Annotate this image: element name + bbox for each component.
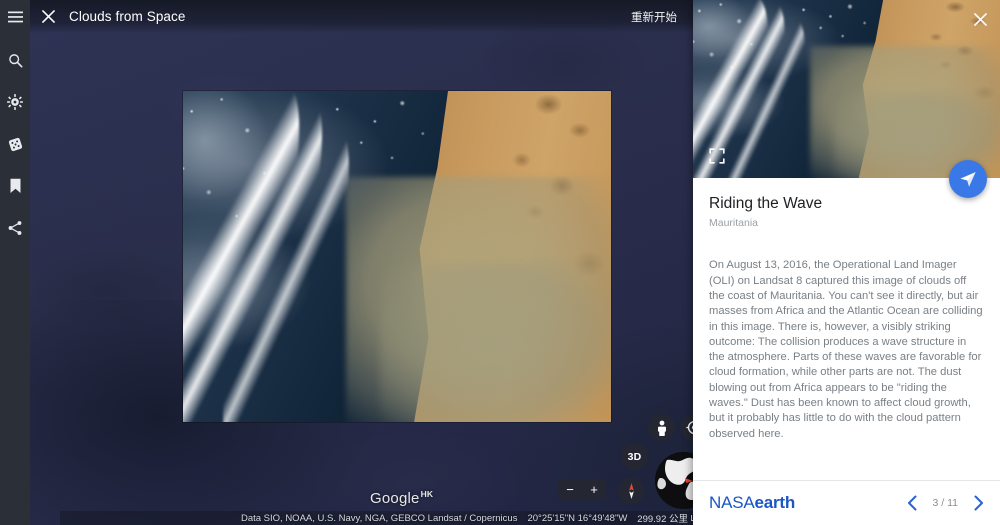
- zoom-controls[interactable]: − +: [558, 479, 606, 500]
- sidebar-item-feeling-lucky[interactable]: [0, 123, 30, 165]
- coordinates-readout: 20°25'15"N 16°49'48"W: [527, 512, 628, 524]
- google-region-suffix: HK: [420, 489, 434, 499]
- zoom-in-button[interactable]: +: [582, 479, 606, 500]
- scale-label: 299.92 公里: [637, 514, 688, 525]
- restart-button[interactable]: 重新开始: [631, 9, 677, 25]
- bookmark-icon: [10, 178, 20, 193]
- nasa-earth-brand: NASAearth: [709, 493, 795, 513]
- sidebar-item-saved[interactable]: [0, 165, 30, 207]
- toggle-3d-button[interactable]: 3D: [621, 443, 648, 470]
- sat-dust-plume-secondary: [379, 263, 611, 422]
- next-story-button[interactable]: [970, 494, 986, 512]
- card-footer: NASAearth 3 / 11: [693, 480, 1000, 525]
- chevron-right-icon: [974, 495, 983, 511]
- page-title: Clouds from Space: [69, 9, 186, 24]
- expand-image-button[interactable]: [709, 148, 725, 164]
- card-description: On August 13, 2016, the Operational Land…: [709, 259, 983, 440]
- knowledge-card-panel: Riding the Wave Mauritania On August 13,…: [693, 0, 1000, 525]
- sidebar-item-voyager[interactable]: [0, 81, 30, 123]
- close-icon: [973, 12, 987, 26]
- dice-icon: [8, 137, 22, 151]
- card-subtitle: Mauritania: [709, 217, 759, 230]
- chevron-left-icon: [908, 495, 917, 511]
- card-title: Riding the Wave: [709, 195, 823, 212]
- brand-suffix: earth: [754, 493, 796, 512]
- card-hero-image[interactable]: [693, 0, 1000, 178]
- voyager-top-bar: Clouds from Space 重新开始: [30, 0, 693, 33]
- data-attribution-text: Data SIO, NOAA, U.S. Navy, NGA, GEBCO La…: [240, 512, 518, 524]
- compass-icon: [628, 483, 634, 499]
- hamburger-menu-icon: [7, 11, 23, 22]
- card-pagination: 3 / 11: [905, 494, 987, 512]
- hero-satellite-artwork: [693, 0, 1000, 178]
- satellite-image-overlay[interactable]: [183, 91, 611, 422]
- compass-button[interactable]: [618, 478, 644, 504]
- fullscreen-expand-icon: [709, 148, 725, 164]
- share-icon: [8, 221, 22, 235]
- google-earth-voyager-app: 3D − + GoogleHK Data SIO, NOAA, U.S. Nav…: [0, 0, 1000, 525]
- page-counter: 3 / 11: [932, 497, 959, 509]
- search-icon: [8, 53, 22, 67]
- card-body: Riding the Wave Mauritania On August 13,…: [693, 178, 1000, 480]
- previous-story-button[interactable]: [905, 494, 921, 512]
- sidebar-item-search[interactable]: [0, 39, 30, 81]
- close-voyager-button[interactable]: [30, 0, 66, 33]
- hamburger-menu-button[interactable]: [0, 0, 30, 33]
- street-view-pegman-button[interactable]: [648, 414, 675, 441]
- google-logo: GoogleHK: [370, 489, 433, 507]
- left-navigation-rail: [0, 0, 30, 525]
- street-view-pegman-icon: [657, 420, 666, 436]
- sidebar-item-share[interactable]: [0, 207, 30, 249]
- send-paper-plane-icon: [960, 172, 976, 187]
- send-share-fab-button[interactable]: [949, 160, 987, 198]
- satellite-artwork: [183, 91, 611, 422]
- map-attribution-bar: Data SIO, NOAA, U.S. Navy, NGA, GEBCO La…: [60, 511, 723, 525]
- zoom-out-button[interactable]: −: [558, 479, 582, 500]
- close-icon: [41, 10, 55, 23]
- brand-prefix: NASA: [709, 493, 755, 512]
- voyager-icon: [7, 94, 23, 110]
- google-wordmark: Google: [370, 490, 420, 507]
- close-card-button[interactable]: [970, 9, 990, 29]
